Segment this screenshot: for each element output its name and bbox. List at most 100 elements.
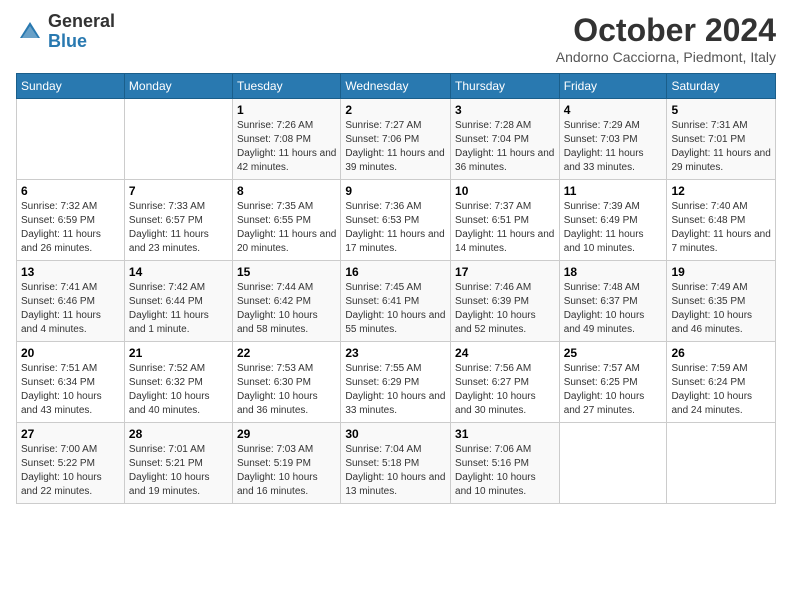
calendar-cell: 7 Sunrise: 7:33 AM Sunset: 6:57 PM Daylig…: [124, 180, 232, 261]
day-number: 23: [345, 346, 446, 360]
weekday-header: Friday: [559, 74, 667, 99]
page-header: General Blue October 2024 Andorno Caccio…: [16, 12, 776, 65]
day-info: Sunrise: 7:57 AM Sunset: 6:25 PM Dayligh…: [564, 362, 663, 418]
calendar-cell: 20 Sunrise: 7:51 AM Sunset: 6:34 PM Dayli…: [17, 342, 125, 423]
day-number: 20: [21, 346, 120, 360]
day-info: Sunrise: 7:28 AM Sunset: 7:04 PM Dayligh…: [455, 119, 555, 175]
calendar-cell: 17 Sunrise: 7:46 AM Sunset: 6:39 PM Dayli…: [451, 261, 560, 342]
day-info: Sunrise: 7:46 AM Sunset: 6:39 PM Dayligh…: [455, 281, 555, 337]
day-number: 24: [455, 346, 555, 360]
day-number: 14: [129, 265, 228, 279]
calendar-cell: 29 Sunrise: 7:03 AM Sunset: 5:19 PM Dayli…: [233, 423, 341, 504]
day-number: 22: [237, 346, 336, 360]
day-number: 5: [671, 103, 771, 117]
day-number: 13: [21, 265, 120, 279]
calendar-cell: 11 Sunrise: 7:39 AM Sunset: 6:49 PM Dayli…: [559, 180, 667, 261]
calendar-cell: [559, 423, 667, 504]
day-number: 2: [345, 103, 446, 117]
calendar-cell: 16 Sunrise: 7:45 AM Sunset: 6:41 PM Dayli…: [341, 261, 451, 342]
calendar-cell: 24 Sunrise: 7:56 AM Sunset: 6:27 PM Dayli…: [451, 342, 560, 423]
day-number: 3: [455, 103, 555, 117]
calendar-week-row: 27Sunrise: 7:00 AM Sunset: 5:22 PM Dayli…: [17, 423, 776, 504]
day-number: 1: [237, 103, 336, 117]
logo-text: General Blue: [48, 12, 115, 52]
calendar-cell: 15 Sunrise: 7:44 AM Sunset: 6:42 PM Dayli…: [233, 261, 341, 342]
calendar-page: General Blue October 2024 Andorno Caccio…: [0, 0, 792, 516]
day-number: 8: [237, 184, 336, 198]
day-number: 15: [237, 265, 336, 279]
weekday-header: Sunday: [17, 74, 125, 99]
day-info: Sunrise: 7:44 AM Sunset: 6:42 PM Dayligh…: [237, 281, 336, 337]
day-info: Sunrise: 7:49 AM Sunset: 6:35 PM Dayligh…: [671, 281, 771, 337]
day-number: 11: [564, 184, 663, 198]
day-info: Sunrise: 7:00 AM Sunset: 5:22 PM Dayligh…: [21, 443, 120, 499]
calendar-cell: 5 Sunrise: 7:31 AM Sunset: 7:01 PM Daylig…: [667, 99, 776, 180]
day-info: Sunrise: 7:33 AM Sunset: 6:57 PM Dayligh…: [129, 200, 228, 256]
calendar-cell: 1Sunrise: 7:26 AM Sunset: 7:08 PM Daylig…: [233, 99, 341, 180]
calendar-cell: 8 Sunrise: 7:35 AM Sunset: 6:55 PM Daylig…: [233, 180, 341, 261]
calendar-table: SundayMondayTuesdayWednesdayThursdayFrid…: [16, 73, 776, 504]
day-info: Sunrise: 7:45 AM Sunset: 6:41 PM Dayligh…: [345, 281, 446, 337]
day-number: 18: [564, 265, 663, 279]
calendar-cell: 2 Sunrise: 7:27 AM Sunset: 7:06 PM Daylig…: [341, 99, 451, 180]
day-number: 16: [345, 265, 446, 279]
day-info: Sunrise: 7:27 AM Sunset: 7:06 PM Dayligh…: [345, 119, 446, 175]
day-number: 31: [455, 427, 555, 441]
weekday-header: Monday: [124, 74, 232, 99]
day-info: Sunrise: 7:32 AM Sunset: 6:59 PM Dayligh…: [21, 200, 120, 256]
month-title: October 2024: [556, 12, 776, 49]
day-info: Sunrise: 7:42 AM Sunset: 6:44 PM Dayligh…: [129, 281, 228, 337]
day-info: Sunrise: 7:36 AM Sunset: 6:53 PM Dayligh…: [345, 200, 446, 256]
day-info: Sunrise: 7:53 AM Sunset: 6:30 PM Dayligh…: [237, 362, 336, 418]
day-number: 4: [564, 103, 663, 117]
day-number: 29: [237, 427, 336, 441]
day-number: 28: [129, 427, 228, 441]
day-info: Sunrise: 7:37 AM Sunset: 6:51 PM Dayligh…: [455, 200, 555, 256]
day-number: 9: [345, 184, 446, 198]
day-info: Sunrise: 7:35 AM Sunset: 6:55 PM Dayligh…: [237, 200, 336, 256]
day-info: Sunrise: 7:31 AM Sunset: 7:01 PM Dayligh…: [671, 119, 771, 175]
calendar-cell: 12 Sunrise: 7:40 AM Sunset: 6:48 PM Dayli…: [667, 180, 776, 261]
calendar-cell: 26 Sunrise: 7:59 AM Sunset: 6:24 PM Dayli…: [667, 342, 776, 423]
calendar-cell: [17, 99, 125, 180]
calendar-cell: 10Sunrise: 7:37 AM Sunset: 6:51 PM Dayli…: [451, 180, 560, 261]
calendar-cell: [124, 99, 232, 180]
day-info: Sunrise: 7:59 AM Sunset: 6:24 PM Dayligh…: [671, 362, 771, 418]
day-info: Sunrise: 7:41 AM Sunset: 6:46 PM Dayligh…: [21, 281, 120, 337]
day-info: Sunrise: 7:40 AM Sunset: 6:48 PM Dayligh…: [671, 200, 771, 256]
location-subtitle: Andorno Cacciorna, Piedmont, Italy: [556, 49, 776, 65]
calendar-cell: 14 Sunrise: 7:42 AM Sunset: 6:44 PM Dayli…: [124, 261, 232, 342]
day-info: Sunrise: 7:06 AM Sunset: 5:16 PM Dayligh…: [455, 443, 555, 499]
calendar-cell: 3 Sunrise: 7:28 AM Sunset: 7:04 PM Daylig…: [451, 99, 560, 180]
day-info: Sunrise: 7:01 AM Sunset: 5:21 PM Dayligh…: [129, 443, 228, 499]
day-number: 7: [129, 184, 228, 198]
day-info: Sunrise: 7:51 AM Sunset: 6:34 PM Dayligh…: [21, 362, 120, 418]
day-info: Sunrise: 7:48 AM Sunset: 6:37 PM Dayligh…: [564, 281, 663, 337]
day-info: Sunrise: 7:03 AM Sunset: 5:19 PM Dayligh…: [237, 443, 336, 499]
day-number: 12: [671, 184, 771, 198]
day-info: Sunrise: 7:04 AM Sunset: 5:18 PM Dayligh…: [345, 443, 446, 499]
day-info: Sunrise: 7:55 AM Sunset: 6:29 PM Dayligh…: [345, 362, 446, 418]
day-number: 26: [671, 346, 771, 360]
day-info: Sunrise: 7:56 AM Sunset: 6:27 PM Dayligh…: [455, 362, 555, 418]
calendar-week-row: 20 Sunrise: 7:51 AM Sunset: 6:34 PM Dayli…: [17, 342, 776, 423]
calendar-cell: 9 Sunrise: 7:36 AM Sunset: 6:53 PM Daylig…: [341, 180, 451, 261]
day-number: 19: [671, 265, 771, 279]
calendar-cell: 21Sunrise: 7:52 AM Sunset: 6:32 PM Dayli…: [124, 342, 232, 423]
day-info: Sunrise: 7:39 AM Sunset: 6:49 PM Dayligh…: [564, 200, 663, 256]
logo-icon: [16, 18, 44, 46]
title-block: October 2024 Andorno Cacciorna, Piedmont…: [556, 12, 776, 65]
calendar-cell: 19 Sunrise: 7:49 AM Sunset: 6:35 PM Dayli…: [667, 261, 776, 342]
weekday-header: Thursday: [451, 74, 560, 99]
calendar-week-row: 1Sunrise: 7:26 AM Sunset: 7:08 PM Daylig…: [17, 99, 776, 180]
day-info: Sunrise: 7:52 AM Sunset: 6:32 PM Dayligh…: [129, 362, 228, 418]
calendar-cell: 28 Sunrise: 7:01 AM Sunset: 5:21 PM Dayli…: [124, 423, 232, 504]
day-number: 6: [21, 184, 120, 198]
calendar-week-row: 6 Sunrise: 7:32 AM Sunset: 6:59 PM Daylig…: [17, 180, 776, 261]
calendar-cell: 4Sunrise: 7:29 AM Sunset: 7:03 PM Daylig…: [559, 99, 667, 180]
logo: General Blue: [16, 12, 115, 52]
day-number: 17: [455, 265, 555, 279]
weekday-header-row: SundayMondayTuesdayWednesdayThursdayFrid…: [17, 74, 776, 99]
calendar-cell: 23 Sunrise: 7:55 AM Sunset: 6:29 PM Dayli…: [341, 342, 451, 423]
weekday-header: Tuesday: [233, 74, 341, 99]
